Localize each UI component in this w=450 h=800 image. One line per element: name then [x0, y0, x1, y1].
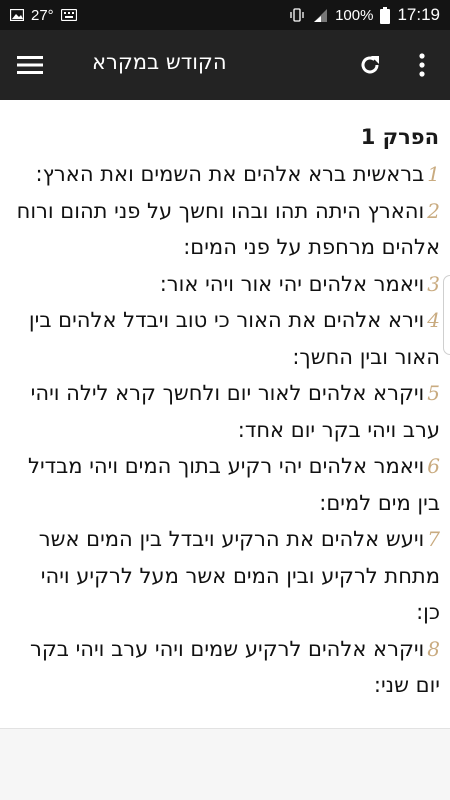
verse-7[interactable]: 7ויעש אלהים את הרקיע ויבדל בין המים אשר … — [14, 521, 440, 631]
verse-number: 6 — [427, 454, 440, 478]
scroll-handle[interactable] — [443, 275, 450, 355]
verse-text: ויקרא אלהים לרקיע שמים ויהי ערב ויהי בקר… — [30, 636, 440, 698]
verse-number: 8 — [427, 636, 440, 661]
battery-icon — [380, 6, 391, 24]
clock-text: 17:19 — [397, 5, 440, 24]
keyboard-icon — [60, 9, 77, 21]
verse-number: 5 — [427, 381, 440, 405]
image-icon — [10, 9, 24, 21]
verse-text: בראשית ברא אלהים את השמים ואת הארץ: — [35, 162, 425, 186]
temperature-text: 27° — [31, 6, 54, 24]
verse-text: וירא אלהים את האור כי טוב ויבדל אלהים בי… — [28, 308, 440, 369]
bottom-area — [0, 728, 450, 800]
status-right: 100% 17:19 — [289, 5, 440, 25]
verse-number: 4 — [427, 308, 440, 332]
verse-text: ויאמר אלהים יהי אור ויהי אור: — [159, 271, 425, 296]
app-bar: הקודש במקרא — [0, 30, 450, 100]
menu-icon — [17, 56, 43, 74]
verse-number: 2 — [427, 198, 440, 223]
verse-number: 3 — [427, 271, 440, 296]
verse-4[interactable]: 4וירא אלהים את האור כי טוב ויבדל אלהים ב… — [14, 302, 440, 375]
status-left: 27° — [10, 7, 77, 24]
verse-text: והארץ היתה תהו ובהו וחשך על פני תהום ורו… — [16, 198, 440, 260]
more-vert-icon — [419, 53, 425, 77]
verse-number: 7 — [427, 527, 440, 551]
chapter-title: הפרק 1 — [360, 125, 439, 149]
menu-button[interactable] — [14, 51, 46, 79]
verse-1[interactable]: 1בראשית ברא אלהים את השמים ואת הארץ: — [14, 156, 440, 193]
verse-list: 1בראשית ברא אלהים את השמים ואת הארץ: 2וה… — [14, 156, 440, 704]
app-title: הקודש במקרא — [92, 50, 227, 74]
status-bar: 27° 100% 17:19 — [0, 0, 450, 30]
verse-6[interactable]: 6ויאמר אלהים יהי רקיע בתוך המים ויהי מבד… — [14, 448, 440, 521]
verse-5[interactable]: 5ויקרא אלהים לאור יום ולחשך קרא לילה ויה… — [14, 375, 440, 448]
signal-icon — [312, 8, 328, 23]
verse-3[interactable]: 3ויאמר אלהים יהי אור ויהי אור: — [14, 266, 440, 303]
more-options-button[interactable] — [408, 50, 436, 80]
refresh-button[interactable] — [355, 50, 385, 80]
refresh-icon — [361, 56, 379, 74]
verse-text: ויאמר אלהים יהי רקיע בתוך המים ויהי מבדי… — [28, 454, 440, 515]
verse-number: 1 — [427, 162, 440, 186]
battery-percent-text: 100% — [335, 6, 374, 24]
verse-2[interactable]: 2והארץ היתה תהו ובהו וחשך על פני תהום ור… — [14, 193, 440, 266]
vibrate-icon — [289, 7, 305, 23]
chapter-content[interactable]: הפרק 1 1בראשית ברא אלהים את השמים ואת הא… — [0, 100, 450, 728]
verse-8[interactable]: 8ויקרא אלהים לרקיע שמים ויהי ערב ויהי בק… — [14, 631, 440, 704]
verse-text: ויקרא אלהים לאור יום ולחשך קרא לילה ויהי… — [30, 381, 440, 442]
verse-text: ויעש אלהים את הרקיע ויבדל בין המים אשר מ… — [38, 527, 440, 624]
